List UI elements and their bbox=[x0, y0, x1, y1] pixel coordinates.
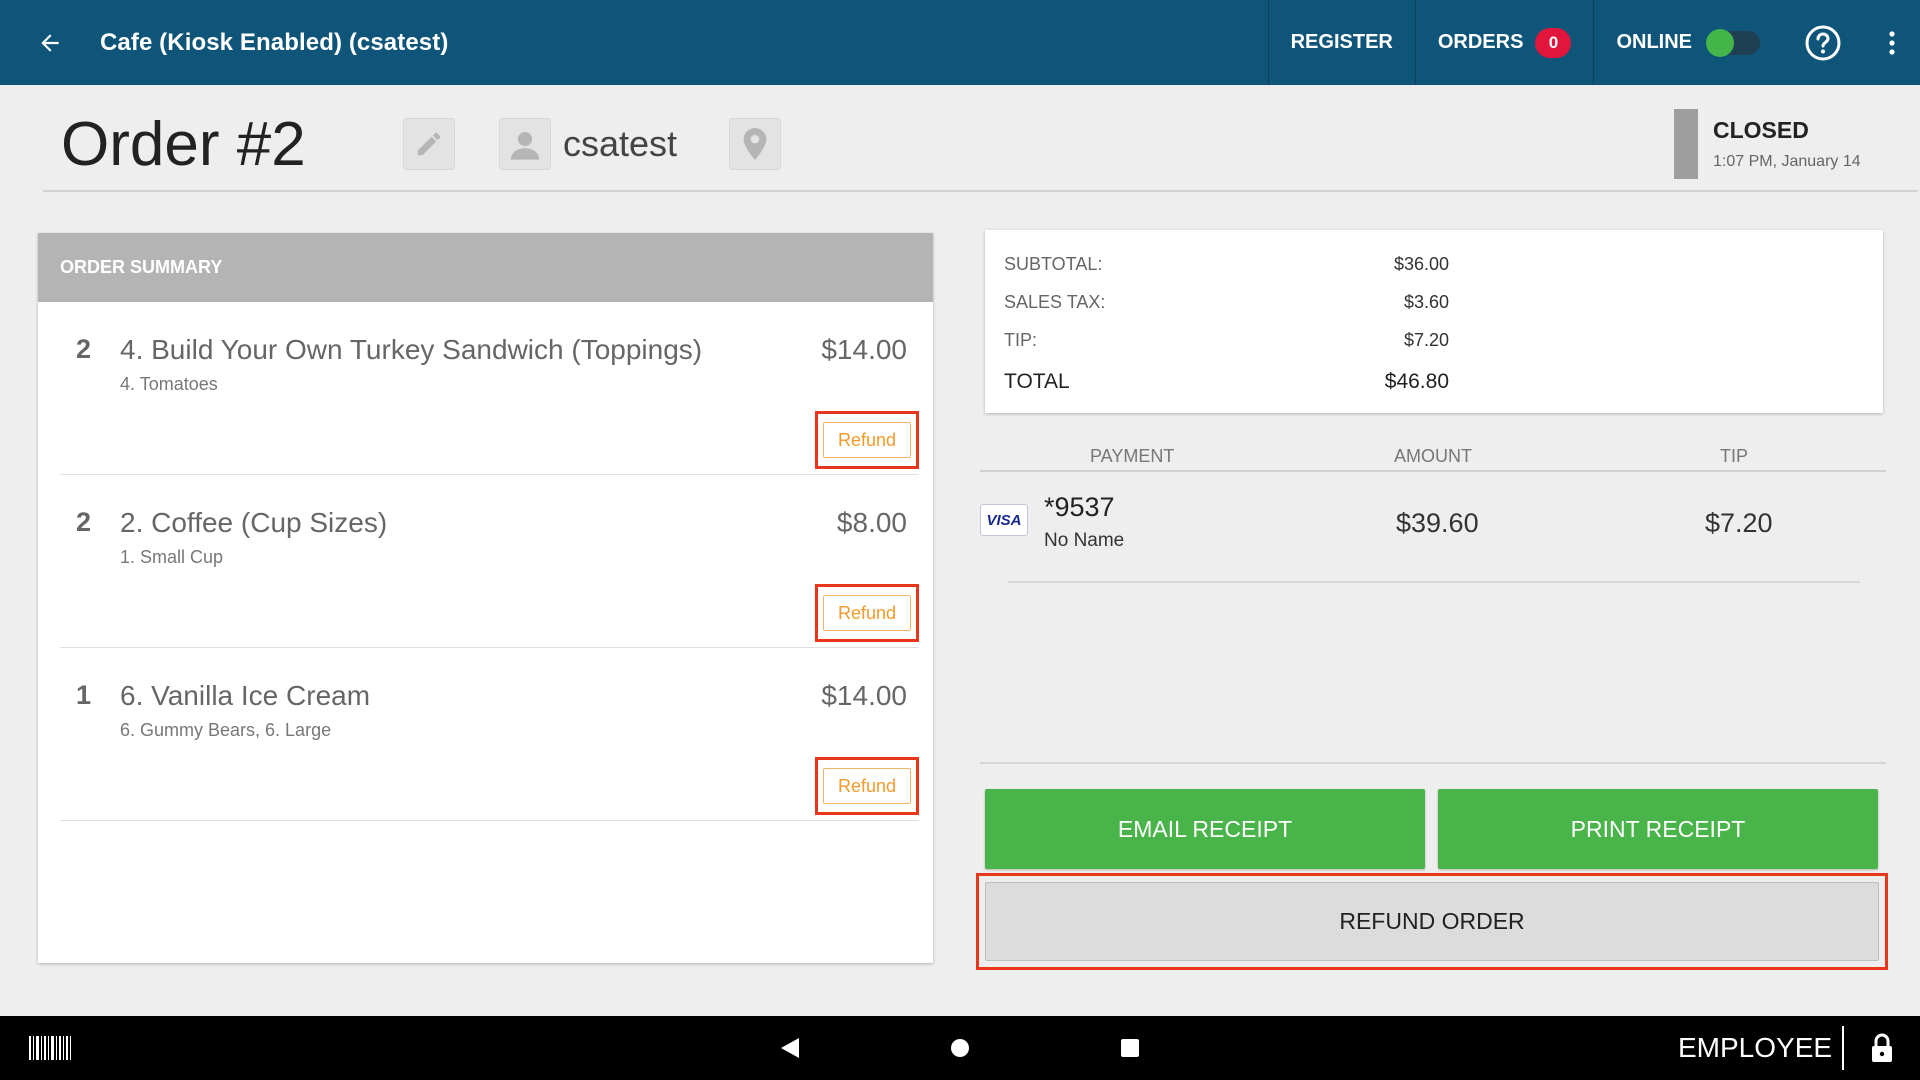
tax-label: SALES TAX: bbox=[1004, 292, 1106, 312]
status-indicator bbox=[1674, 109, 1698, 179]
payment-column-header: PAYMENT bbox=[1090, 446, 1175, 466]
order-summary-header: ORDER SUMMARY bbox=[38, 233, 933, 302]
item-price: $14.00 bbox=[821, 680, 907, 711]
payment-amount: $39.60 bbox=[1396, 508, 1479, 538]
refund-item-button[interactable]: Refund bbox=[823, 768, 911, 804]
back-button[interactable] bbox=[0, 0, 100, 85]
cardholder-name: No Name bbox=[1044, 530, 1125, 551]
circle-home-icon bbox=[951, 1039, 969, 1057]
square-recents-icon bbox=[1121, 1039, 1139, 1057]
pencil-icon bbox=[417, 132, 441, 156]
barcode-scanner-button[interactable] bbox=[10, 1016, 90, 1080]
order-summary-card: ORDER SUMMARY 2 4. Build Your Own Turkey… bbox=[38, 233, 933, 963]
register-tab[interactable]: REGISTER bbox=[1267, 0, 1415, 85]
location-button[interactable] bbox=[729, 118, 781, 170]
item-name: 6. Vanilla Ice Cream bbox=[120, 680, 371, 711]
order-header: Order #2 csatest CLOSED 1:07 PM, January… bbox=[43, 85, 1918, 192]
total-row: TOTAL $46.80 bbox=[1004, 370, 1449, 394]
totals-card: SUBTOTAL: $36.00 SALES TAX: $3.60 TIP: $… bbox=[985, 230, 1883, 413]
user-icon bbox=[510, 131, 540, 160]
refund-item-button[interactable]: Refund bbox=[823, 595, 911, 631]
nav-recents-button[interactable] bbox=[1090, 1016, 1170, 1080]
map-pin-icon bbox=[743, 128, 767, 160]
payments-header: PAYMENT AMOUNT TIP bbox=[980, 444, 1886, 472]
app-bar: Cafe (Kiosk Enabled) (csatest) REGISTER … bbox=[0, 0, 1920, 85]
item-quantity: 2 bbox=[76, 507, 92, 537]
visa-card-icon: VISA bbox=[980, 504, 1028, 536]
payments-divider bbox=[1008, 581, 1860, 583]
nav-home-button[interactable] bbox=[920, 1016, 1000, 1080]
item-modifiers: 1. Small Cup bbox=[120, 547, 224, 567]
customer-button[interactable] bbox=[499, 118, 551, 170]
nav-back-button[interactable] bbox=[750, 1016, 830, 1080]
app-title: Cafe (Kiosk Enabled) (csatest) bbox=[100, 28, 449, 56]
refund-highlight: Refund bbox=[815, 584, 919, 642]
subtotal-label: SUBTOTAL: bbox=[1004, 254, 1103, 274]
payment-tip: $7.20 bbox=[1705, 508, 1773, 538]
amount-column-header: AMOUNT bbox=[1394, 446, 1472, 466]
customer-name: csatest bbox=[563, 123, 678, 164]
subtotal-value: $36.00 bbox=[1393, 254, 1449, 274]
actions-divider bbox=[980, 762, 1886, 764]
online-toggle-knob bbox=[1706, 28, 1734, 57]
more-vertical-icon bbox=[1889, 30, 1895, 55]
card-number: *9537 bbox=[1044, 492, 1115, 522]
line-item[interactable]: 2 2. Coffee (Cup Sizes) 1. Small Cup $8.… bbox=[60, 475, 919, 648]
item-modifiers: 4. Tomatoes bbox=[120, 374, 218, 394]
arrow-left-icon bbox=[41, 33, 59, 52]
orders-tab[interactable]: ORDERS 0 bbox=[1414, 0, 1594, 85]
order-title: Order #2 bbox=[61, 110, 306, 179]
barcode-icon bbox=[29, 1036, 71, 1060]
lock-button[interactable] bbox=[1842, 1016, 1920, 1080]
tip-value: $7.20 bbox=[1403, 330, 1449, 350]
online-toggle-group: ONLINE bbox=[1593, 0, 1782, 85]
item-price: $14.00 bbox=[821, 334, 907, 365]
online-label: ONLINE bbox=[1616, 31, 1692, 53]
payment-row[interactable]: VISA *9537 No Name $39.60 $7.20 bbox=[980, 472, 1886, 582]
orders-label: ORDERS bbox=[1437, 31, 1524, 53]
item-name: 2. Coffee (Cup Sizes) bbox=[120, 507, 388, 538]
tip-label: TIP: bbox=[1004, 330, 1038, 350]
refund-order-highlight: REFUND ORDER bbox=[976, 873, 1888, 970]
order-status: CLOSED bbox=[1713, 117, 1809, 143]
item-price: $8.00 bbox=[836, 507, 907, 538]
orders-count-badge: 0 bbox=[1535, 27, 1572, 58]
overflow-menu-button[interactable] bbox=[1864, 0, 1920, 85]
refund-order-button[interactable]: REFUND ORDER bbox=[985, 882, 1879, 961]
tax-value: $3.60 bbox=[1403, 292, 1449, 312]
line-item[interactable]: 2 4. Build Your Own Turkey Sandwich (Top… bbox=[60, 302, 919, 475]
system-navigation-bar: EMPLOYEE bbox=[0, 1016, 1920, 1080]
register-label: REGISTER bbox=[1290, 31, 1393, 53]
tip-column-header: TIP bbox=[1720, 446, 1749, 466]
item-quantity: 2 bbox=[76, 334, 92, 364]
email-receipt-button[interactable]: EMAIL RECEIPT bbox=[985, 789, 1425, 869]
line-item[interactable]: 1 6. Vanilla Ice Cream 6. Gummy Bears, 6… bbox=[60, 648, 919, 821]
order-status-time: 1:07 PM, January 14 bbox=[1713, 153, 1861, 170]
online-toggle[interactable] bbox=[1706, 28, 1760, 57]
print-receipt-button[interactable]: PRINT RECEIPT bbox=[1438, 789, 1878, 869]
item-name: 4. Build Your Own Turkey Sandwich (Toppi… bbox=[120, 334, 703, 365]
refund-highlight: Refund bbox=[815, 411, 919, 469]
help-button[interactable] bbox=[1782, 0, 1864, 85]
employee-label[interactable]: EMPLOYEE bbox=[1678, 1032, 1832, 1064]
total-value: $46.80 bbox=[1384, 370, 1449, 393]
triangle-back-icon bbox=[781, 1038, 799, 1058]
total-label: TOTAL bbox=[1004, 370, 1070, 393]
refund-item-button[interactable]: Refund bbox=[823, 422, 911, 458]
item-quantity: 1 bbox=[76, 680, 92, 710]
item-modifiers: 6. Gummy Bears, 6. Large bbox=[120, 720, 332, 740]
edit-order-button[interactable] bbox=[403, 118, 455, 170]
lock-icon bbox=[1872, 1033, 1892, 1062]
refund-highlight: Refund bbox=[815, 757, 919, 815]
subtotal-row: SUBTOTAL: $36.00 bbox=[1004, 254, 1449, 275]
tip-row: TIP: $7.20 bbox=[1004, 330, 1449, 351]
tax-row: SALES TAX: $3.60 bbox=[1004, 292, 1449, 313]
help-circle-icon bbox=[1805, 25, 1841, 60]
